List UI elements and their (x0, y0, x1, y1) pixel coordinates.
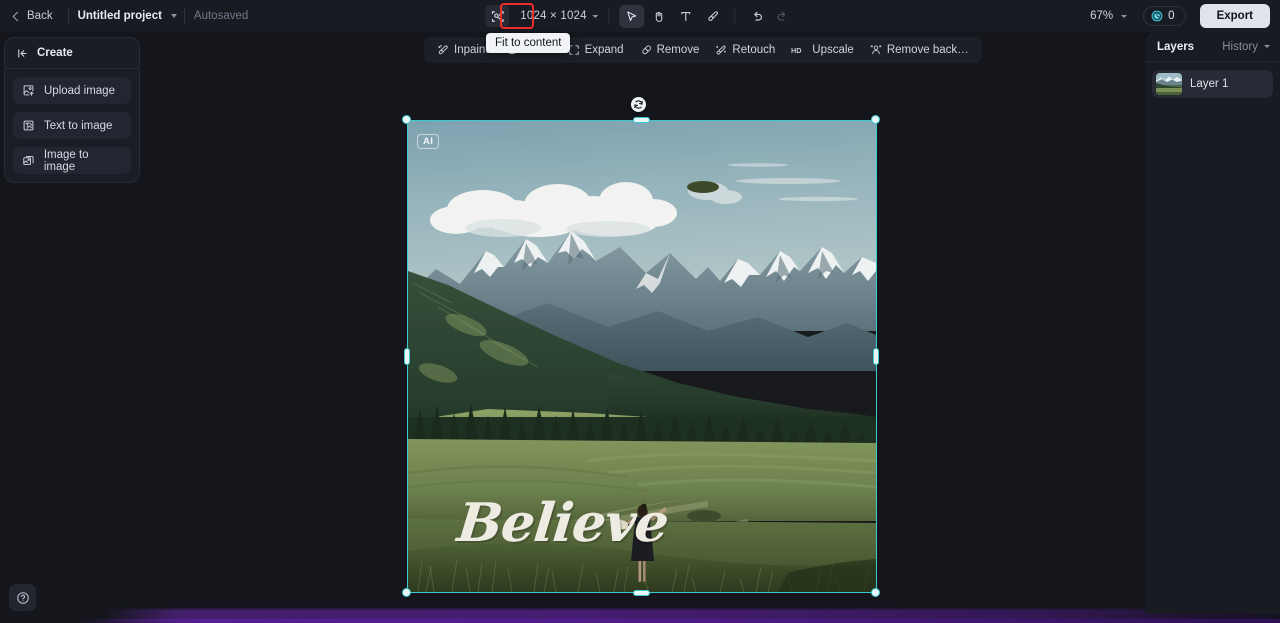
paintbrush-icon (708, 10, 719, 21)
chevron-down-icon-history[interactable] (1264, 45, 1270, 48)
text-t-icon (681, 11, 691, 21)
upscale-label: Upscale (812, 44, 854, 56)
right-panel-tabs: Layers History (1145, 32, 1280, 62)
top-toolbar: Back Untitled project Autosaved 1024 × 1… (0, 0, 1280, 32)
resize-handle-bottom-right[interactable] (871, 588, 880, 597)
divider (608, 8, 610, 24)
right-panel: Layers History Layer 1 (1145, 32, 1280, 614)
autosave-status: Autosaved (193, 10, 249, 22)
chevron-down-icon-project[interactable] (170, 14, 177, 18)
undo-arrow-icon (754, 11, 762, 21)
resize-handle-top-left[interactable] (402, 115, 411, 124)
layer-list-item[interactable]: Layer 1 (1152, 70, 1273, 98)
credits-badge[interactable]: 0 (1143, 6, 1186, 26)
ai-badge: AI (417, 134, 440, 149)
layer-name: Layer 1 (1190, 78, 1229, 90)
layer-thumbnail (1156, 73, 1182, 95)
remove-background-label: Remove back… (886, 44, 969, 56)
resize-handle-middle-left[interactable] (404, 348, 410, 365)
expand-button[interactable]: Expand (561, 40, 631, 60)
upload-image-button[interactable]: Upload image (13, 77, 131, 104)
remove-background-button[interactable]: Remove back… (863, 40, 976, 60)
chevron-left-icon (12, 11, 23, 21)
layer-thumbnail-image (1156, 73, 1182, 95)
image-to-image-label: Image to image (43, 148, 89, 173)
upload-image-label: Upload image (44, 84, 115, 97)
brush-tool[interactable] (701, 5, 726, 28)
canvas-area[interactable]: Believe Believe Believe AI (0, 32, 1145, 623)
image-to-image-icon (23, 155, 34, 166)
undo-button[interactable] (745, 5, 770, 28)
fit-to-content-icon (491, 10, 504, 22)
select-tool[interactable] (619, 4, 645, 28)
topbar-center-group: 1024 × 1024 (485, 0, 794, 32)
image-to-image-button[interactable]: Image to image (13, 147, 131, 174)
redo-arrow-icon (777, 11, 786, 21)
create-panel-title: Create (37, 47, 73, 59)
tab-layers[interactable]: Layers (1157, 41, 1194, 53)
create-panel-list: Upload image Text to image Image to imag… (5, 69, 139, 174)
fit-to-content-tooltip: Fit to content (486, 33, 571, 53)
zoom-level[interactable]: 67% (1090, 10, 1113, 22)
credit-coin-icon (1151, 10, 1163, 22)
resize-handle-middle-right[interactable] (873, 348, 879, 365)
project-name[interactable]: Untitled project (76, 7, 164, 25)
divider (734, 8, 736, 24)
inpaint-label: Inpaint (454, 44, 489, 56)
chevron-down-icon-zoom[interactable] (1121, 14, 1128, 18)
credits-count: 0 (1168, 10, 1175, 22)
resize-handle-bottom-left[interactable] (402, 588, 411, 597)
cursor-arrow-icon (627, 10, 637, 21)
canvas-dimensions[interactable]: 1024 × 1024 (520, 10, 586, 22)
text-to-image-button[interactable]: Text to image (13, 112, 131, 139)
bottom-accent-line (0, 619, 1280, 623)
fit-to-content-button[interactable] (485, 5, 510, 27)
tab-history[interactable]: History (1222, 41, 1270, 53)
back-button-label: Back (27, 10, 53, 22)
inpaint-icon (438, 44, 448, 55)
remove-button[interactable]: Remove (633, 40, 707, 60)
text-to-image-label: Text to image (44, 119, 113, 132)
redo-button[interactable] (770, 5, 795, 28)
remove-icon (641, 45, 651, 55)
hand-grab-icon (656, 11, 663, 22)
retouch-button[interactable]: Retouch (708, 40, 782, 60)
topbar-left-group: Back Untitled project Autosaved (0, 0, 248, 32)
divider (67, 8, 69, 24)
retouch-icon (716, 45, 727, 55)
rotate-handle-icon[interactable] (631, 97, 646, 112)
expand-label: Expand (584, 44, 624, 56)
rotate-arrows-glyph (634, 100, 643, 109)
text-to-image-icon (23, 120, 34, 131)
hd-upscale-icon: HD (791, 46, 802, 55)
resize-handle-bottom-center[interactable] (633, 590, 650, 596)
retouch-label: Retouch (732, 44, 776, 56)
export-button[interactable]: Export (1199, 4, 1270, 28)
text-tool[interactable] (674, 5, 699, 28)
tool-group (619, 4, 726, 28)
divider (183, 8, 185, 24)
collapse-panel-icon[interactable] (16, 47, 29, 60)
back-button[interactable]: Back (6, 6, 61, 26)
create-panel: Create Upload image Text to image Image … (4, 37, 140, 183)
resize-handle-top-right[interactable] (871, 115, 880, 124)
question-mark-icon (16, 591, 29, 604)
create-panel-header: Create (5, 38, 139, 69)
canvas-image-layer[interactable]: Believe Believe Believe (408, 121, 876, 592)
hand-tool[interactable] (647, 5, 672, 28)
svg-text:HD: HD (791, 46, 802, 55)
upload-image-icon (23, 85, 34, 96)
remove-label: Remove (656, 44, 700, 56)
tab-history-label: History (1222, 40, 1258, 53)
artwork-mountain-field: Believe Believe Believe (408, 121, 876, 592)
chevron-down-icon-dimensions[interactable] (592, 14, 599, 18)
upscale-button[interactable]: HD Upscale (784, 40, 861, 60)
resize-handle-top-center[interactable] (633, 117, 650, 123)
topbar-right-group: 67% 0 Export (1090, 0, 1270, 32)
help-button[interactable] (9, 584, 36, 611)
remove-background-icon (870, 45, 882, 55)
